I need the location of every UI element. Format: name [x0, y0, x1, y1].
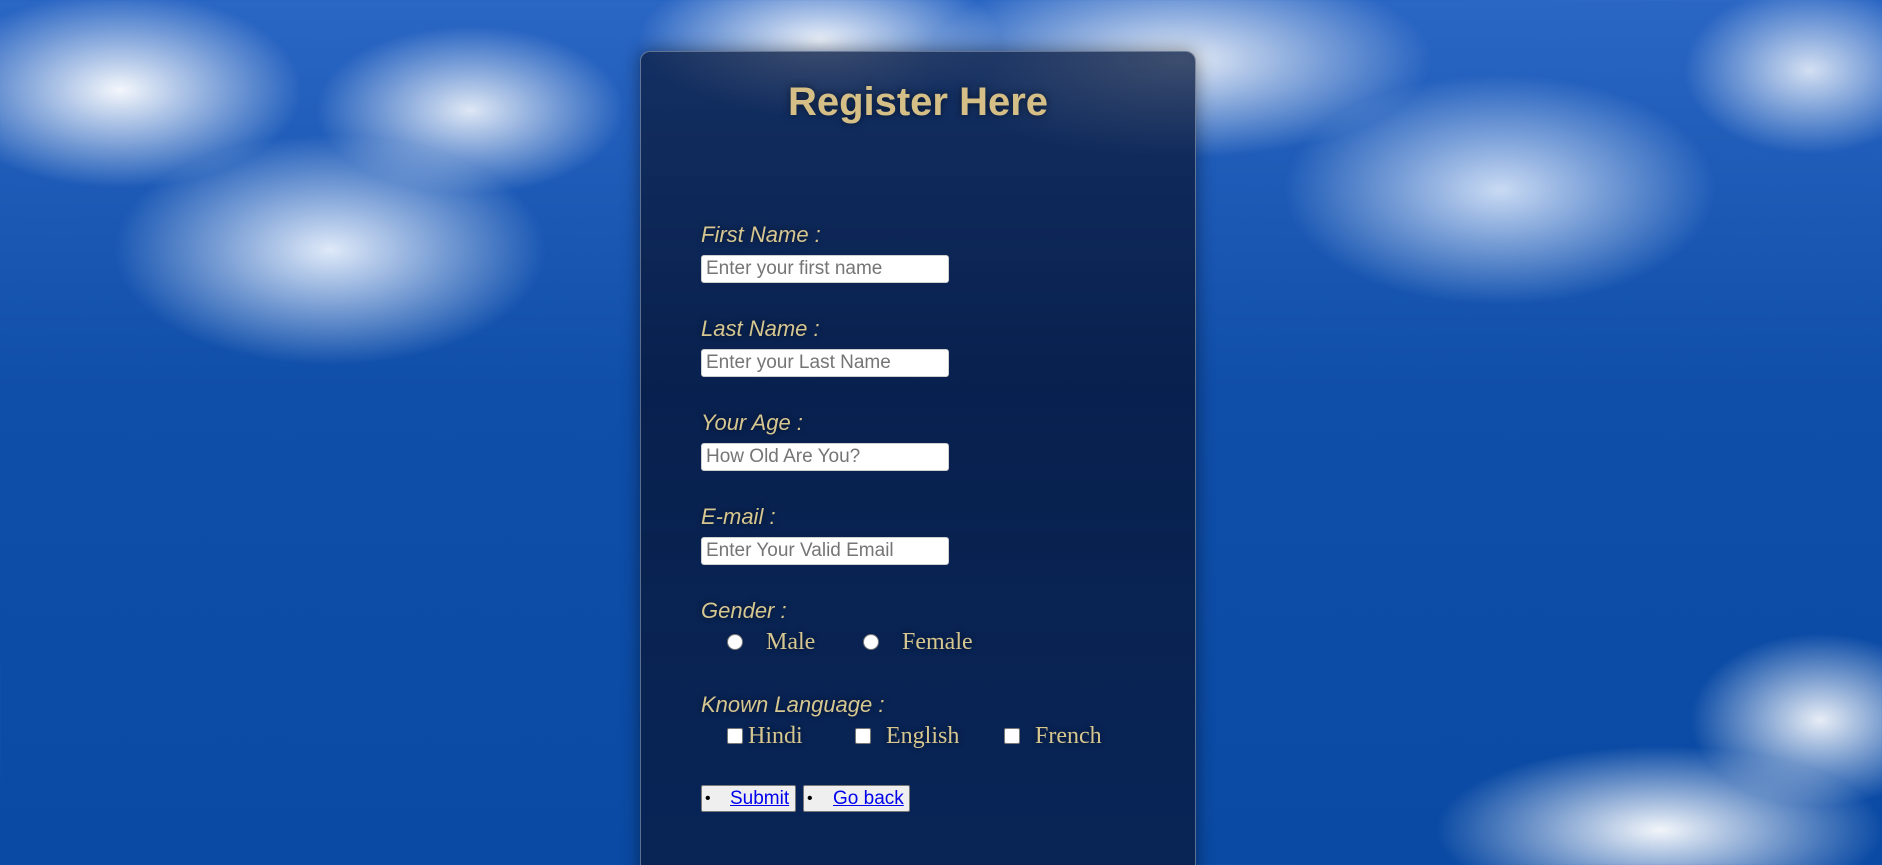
known-language-label: Known Language : [701, 692, 885, 717]
submit-button[interactable]: • Submit [701, 785, 796, 812]
age-label: Your Age : [701, 410, 803, 435]
male-label: Male [766, 629, 816, 655]
male-radio[interactable] [727, 634, 743, 650]
age-input[interactable] [701, 443, 949, 471]
female-radio[interactable] [863, 634, 879, 650]
go-back-button[interactable]: • Go back [803, 785, 910, 812]
female-label: Female [902, 629, 973, 655]
english-label: English [886, 723, 960, 749]
email-label: E-mail : [701, 504, 776, 529]
last-name-label: Last Name : [701, 316, 820, 341]
gender-label: Gender : [701, 598, 787, 623]
go-back-link[interactable]: Go back [833, 786, 904, 811]
french-label: French [1035, 723, 1102, 749]
registration-panel: Register Here First Name : Last Name : Y… [640, 51, 1196, 865]
hindi-checkbox[interactable] [727, 728, 743, 744]
english-checkbox[interactable] [855, 728, 871, 744]
french-checkbox[interactable] [1004, 728, 1020, 744]
first-name-label: First Name : [701, 222, 821, 247]
first-name-input[interactable] [701, 255, 949, 283]
bullet-icon: • [705, 790, 711, 807]
last-name-input[interactable] [701, 349, 949, 377]
email-input[interactable] [701, 537, 949, 565]
bullet-icon: • [807, 790, 813, 807]
page-title: Register Here [787, 80, 1049, 124]
submit-link[interactable]: Submit [730, 786, 789, 811]
hindi-label: Hindi [748, 723, 803, 749]
